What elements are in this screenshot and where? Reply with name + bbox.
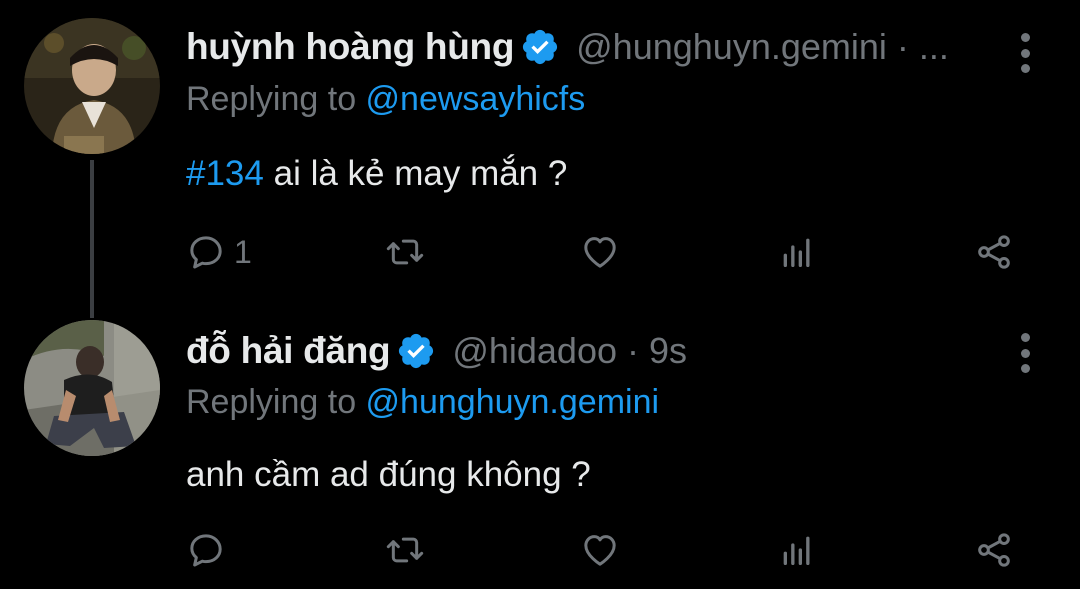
- tweet-header: huỳnh hoàng hùng @hunghuyn.gemini · ...: [186, 26, 949, 68]
- tweet-actions: [0, 530, 1080, 576]
- heart-icon: [584, 535, 616, 566]
- avatar-photo: [24, 320, 160, 456]
- avatar[interactable]: [24, 320, 160, 456]
- more-options-icon[interactable]: [1019, 33, 1031, 73]
- tweet-text: anh cầm ad đúng không ?: [186, 455, 591, 494]
- like-button[interactable]: [580, 530, 620, 570]
- views-button[interactable]: [777, 530, 817, 570]
- hashtag-link[interactable]: #134: [186, 154, 264, 193]
- user-handle[interactable]: @hunghuyn.gemini · ...: [576, 26, 949, 68]
- reply-button[interactable]: 1: [186, 232, 252, 272]
- analytics-icon: [783, 536, 810, 565]
- retweet-icon: [386, 239, 424, 265]
- user-handle[interactable]: @hidadoo · 9s: [452, 330, 687, 372]
- reply-count: 1: [234, 233, 252, 270]
- replying-to-mention[interactable]: @newsayhicfs: [366, 80, 586, 118]
- verified-badge-icon: [523, 29, 558, 65]
- avatar[interactable]: [24, 18, 160, 154]
- avatar-photo: [24, 18, 160, 154]
- replying-prefix: Replying to: [186, 80, 366, 118]
- replying-to: Replying to @newsayhicfs: [186, 80, 585, 119]
- reply-icon: [190, 534, 222, 567]
- tweet-text-content: ai là kẻ may mắn ?: [263, 154, 568, 193]
- share-button[interactable]: [974, 232, 1014, 272]
- display-name[interactable]: đỗ hải đăng: [186, 330, 391, 372]
- replying-to: Replying to @hunghuyn.gemini: [186, 383, 659, 422]
- replying-prefix: Replying to: [186, 383, 366, 421]
- views-button[interactable]: [777, 232, 817, 272]
- share-button[interactable]: [974, 530, 1014, 570]
- share-icon: [978, 533, 1010, 567]
- tweet-actions: 1: [0, 232, 1080, 278]
- replying-to-mention[interactable]: @hunghuyn.gemini: [366, 383, 659, 421]
- reply-icon: [190, 236, 222, 269]
- retweet-button[interactable]: [385, 530, 425, 570]
- analytics-icon: [783, 238, 810, 267]
- tweet-header: đỗ hải đăng @hidadoo · 9s: [186, 330, 687, 372]
- retweet-button[interactable]: [385, 232, 425, 272]
- share-icon: [978, 235, 1010, 269]
- display-name[interactable]: huỳnh hoàng hùng: [186, 26, 514, 68]
- like-button[interactable]: [580, 232, 620, 272]
- more-options-icon[interactable]: [1019, 333, 1031, 373]
- retweet-icon: [386, 537, 424, 563]
- heart-icon: [584, 237, 616, 268]
- verified-badge-icon: [399, 333, 434, 369]
- tweet-text: #134 ai là kẻ may mắn ?: [186, 154, 567, 194]
- reply-button[interactable]: [186, 530, 226, 570]
